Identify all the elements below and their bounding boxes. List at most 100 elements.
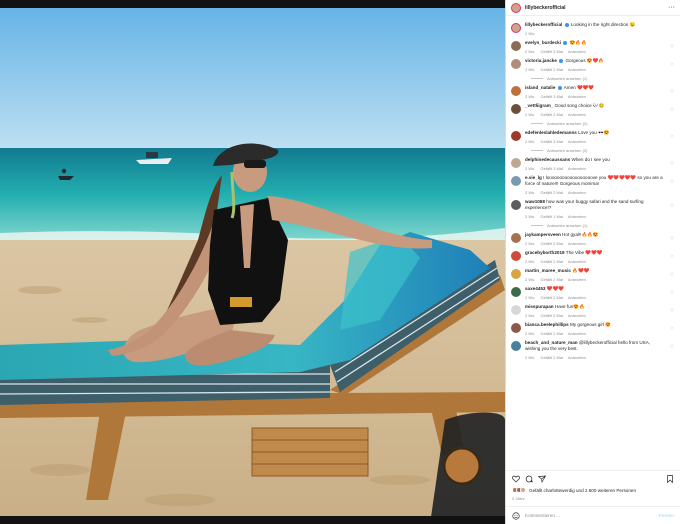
reply-button[interactable]: Antworten [568,355,586,360]
reply-button[interactable]: Antworten [568,295,586,300]
commenter-username[interactable]: beach_and_nature_man [525,340,578,345]
view-replies-label[interactable]: Antworten ansehen (1) [547,223,587,228]
commenter-username[interactable]: saxe4453 [525,286,545,291]
comment-like-heart-icon[interactable]: ♡ [670,344,674,350]
commenter-username[interactable]: evelyn_burdecki [525,40,561,45]
comment-like-heart-icon[interactable]: ♡ [670,62,674,68]
reply-button[interactable]: Antworten [568,166,586,171]
emoji-icon[interactable] [512,511,520,520]
commenter-username[interactable]: martin_maree_music [525,268,571,273]
commenter-username[interactable]: bianca.beelephillips [525,322,569,327]
reply-button[interactable]: Antworten [568,277,586,282]
commenter-avatar[interactable] [511,131,521,141]
view-replies-link[interactable]: Antworten ansehen (1) [531,223,674,228]
comment-like-heart-icon[interactable]: ♡ [670,326,674,332]
view-replies-link[interactable]: Antworten ansehen (3) [531,148,674,153]
commenter-avatar[interactable] [511,86,521,96]
commenter-avatar[interactable] [511,176,521,186]
comment-like-heart-icon[interactable]: ♡ [670,179,674,185]
comment-like-heart-icon[interactable]: ♡ [670,290,674,296]
comment-likes[interactable]: Gefällt 2 Mal [541,295,563,300]
commenter-username[interactable]: waw1068 [525,199,545,204]
comment-like-heart-icon[interactable]: ♡ [670,107,674,113]
commenter-avatar[interactable] [511,341,521,351]
commenter-avatar[interactable] [511,305,521,315]
commenter-avatar[interactable] [511,251,521,261]
commenter-username[interactable]: delphinedecaussans [525,157,570,162]
comment-likes[interactable]: Gefällt 1 Mal [541,214,563,219]
commenter-username[interactable]: e.vie_lg [525,175,542,180]
comment-icon[interactable] [525,475,533,483]
reply-button[interactable]: Antworten [568,49,586,54]
commenter-username[interactable]: edefenleslahledemanns [525,130,577,135]
comment-like-heart-icon[interactable]: ♡ [670,308,674,314]
comment-likes[interactable]: Gefällt 2 Mal [541,112,563,117]
caption-username[interactable]: lillybeckerofficial [525,22,562,27]
comment-likes[interactable]: Gefällt 2 Mal [541,259,563,264]
like-heart-icon[interactable] [512,475,520,483]
commenter-username[interactable]: misspurapan [525,304,554,309]
author-username[interactable]: lillybeckerofficial [525,5,668,11]
commenter-avatar[interactable] [511,233,521,243]
comment-likes[interactable]: Gefällt 3 Mal [541,139,563,144]
reply-button[interactable]: Antworten [568,190,586,195]
view-replies-label[interactable]: Antworten ansehen (2) [547,121,587,126]
commenter-avatar[interactable] [511,287,521,297]
commenter-avatar[interactable] [511,41,521,51]
caption-avatar[interactable] [511,23,521,33]
comment-likes[interactable]: Gefällt 2 Mal [541,313,563,318]
view-replies-label[interactable]: Antworten ansehen (3) [547,148,587,153]
verified-badge-icon [564,22,569,27]
comment-text: My gorgeous girl 😍 [569,322,611,327]
comment-like-heart-icon[interactable]: ♡ [670,236,674,242]
comment-like-heart-icon[interactable]: ♡ [670,89,674,95]
comment-likes[interactable]: Gefällt 3 Mal [541,49,563,54]
share-icon[interactable] [538,475,546,483]
comment-like-heart-icon[interactable]: ♡ [670,272,674,278]
reply-button[interactable]: Antworten [568,94,586,99]
reply-button[interactable]: Antworten [568,214,586,219]
commenter-username[interactable]: _vettliigram_ [525,103,553,108]
commenter-avatar[interactable] [511,323,521,333]
comment-like-heart-icon[interactable]: ♡ [670,161,674,167]
comments-list[interactable]: lillybeckerofficial Looking in the right… [506,18,680,468]
reply-button[interactable]: Antworten [568,331,586,336]
comment-input[interactable]: Kommentieren ... [525,513,659,518]
bookmark-icon[interactable] [666,474,674,483]
more-options-icon[interactable]: ··· [668,4,675,11]
comment-likes[interactable]: Gefällt 3 Mal [541,94,563,99]
commenter-avatar[interactable] [511,59,521,69]
commenter-avatar[interactable] [511,158,521,168]
reply-button[interactable]: Antworten [568,313,586,318]
comment-likes[interactable]: Gefällt 2 Mal [541,331,563,336]
comment-likes[interactable]: Gefällt 2 Mal [541,277,563,282]
post-photo[interactable] [0,0,505,524]
commenter-avatar[interactable] [511,269,521,279]
view-replies-link[interactable]: Antworten ansehen (1) [531,76,674,81]
comment-like-heart-icon[interactable]: ♡ [670,134,674,140]
comment-likes[interactable]: Gefällt 2 Mal [541,241,563,246]
commenter-avatar[interactable] [511,200,521,210]
commenter-username[interactable]: island_natalie [525,85,555,90]
reply-button[interactable]: Antworten [568,112,586,117]
commenter-username[interactable]: gracebyborth2019 [525,250,565,255]
reply-button[interactable]: Antworten [568,241,586,246]
comment-likes[interactable]: Gefällt 3 Mal [541,166,563,171]
commenter-username[interactable]: jaykampersveen [525,232,561,237]
comment-likes[interactable]: Gefällt 2 Mal [541,67,563,72]
commenter-username[interactable]: victoria.jancke [525,58,557,63]
author-avatar[interactable] [511,2,521,13]
post-comment-button[interactable]: Posten [659,513,674,518]
commenter-avatar[interactable] [511,104,521,114]
view-replies-label[interactable]: Antworten ansehen (1) [547,76,587,81]
reply-button[interactable]: Antworten [568,67,586,72]
likes-summary[interactable]: Gefällt charlottewerdig und 2.600 weiter… [512,487,674,493]
comment-likes[interactable]: Gefällt 2 Mal [541,190,563,195]
view-replies-link[interactable]: Antworten ansehen (2) [531,121,674,126]
comment-like-heart-icon[interactable]: ♡ [670,254,674,260]
comment-like-heart-icon[interactable]: ♡ [670,203,674,209]
reply-button[interactable]: Antworten [568,259,586,264]
comment-likes[interactable]: Gefällt 2 Mal [541,355,563,360]
reply-button[interactable]: Antworten [568,139,586,144]
comment-like-heart-icon[interactable]: ♡ [670,44,674,50]
